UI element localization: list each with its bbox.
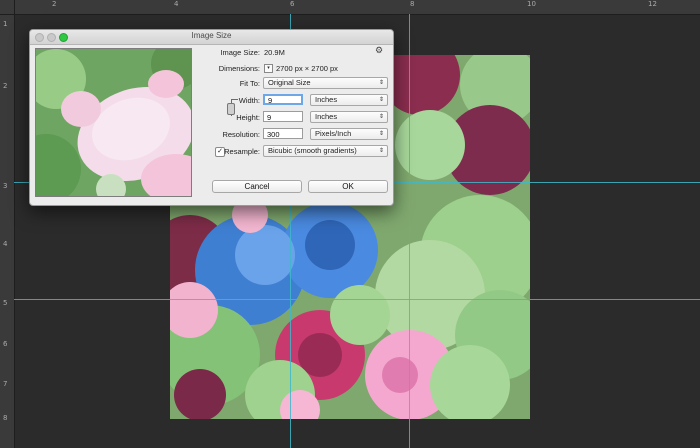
ruler-number: 7	[3, 380, 8, 388]
cancel-button[interactable]: Cancel	[212, 180, 302, 193]
image-preview[interactable]	[35, 48, 192, 197]
ruler-number: 10	[527, 0, 536, 8]
ruler-number: 4	[3, 240, 8, 248]
fit-to-label: Fit To:	[239, 79, 260, 88]
horizontal-ruler[interactable]: 2 4 6 8 10 12	[0, 0, 700, 15]
resolution-label: Resolution:	[222, 130, 260, 139]
resolution-field[interactable]: 300	[263, 128, 303, 139]
resolution-unit-value: Pixels/Inch	[315, 129, 352, 138]
fit-to-value: Original Size	[268, 78, 311, 87]
preview-thumbnail	[36, 49, 191, 196]
width-label: Width:	[238, 96, 260, 105]
chevron-updown-icon: ⇕	[378, 114, 384, 120]
ruler-number: 6	[290, 0, 295, 8]
ruler-number: 4	[174, 0, 179, 8]
ok-button[interactable]: OK	[308, 180, 388, 193]
resample-value: Bicubic (smooth gradients)	[268, 146, 357, 155]
gear-icon[interactable]: ⚙	[375, 45, 383, 56]
image-size-dialog: Image Size Image Size: 20.9M ⚙ Dimension…	[29, 29, 394, 206]
ruler-number: 12	[648, 0, 657, 8]
resample-label: Resample:	[224, 147, 260, 156]
image-size-value: 20.9M	[264, 48, 285, 57]
dimensions-dropdown-icon[interactable]: ▾	[264, 64, 273, 73]
height-unit-value: Inches	[315, 112, 338, 121]
resolution-unit-select[interactable]: Pixels/Inch ⇕	[310, 128, 388, 140]
ruler-number: 2	[52, 0, 57, 8]
chevron-updown-icon: ⇕	[378, 148, 384, 154]
ruler-origin[interactable]	[0, 0, 15, 15]
guide-horizontal[interactable]	[14, 299, 700, 300]
chevron-updown-icon: ⇕	[378, 131, 384, 137]
ruler-number: 8	[410, 0, 415, 8]
fit-to-select[interactable]: Original Size ⇕	[263, 77, 388, 89]
ruler-number: 6	[3, 340, 8, 348]
dimensions-value: 2700 px × 2700 px	[276, 64, 338, 73]
resample-select[interactable]: Bicubic (smooth gradients) ⇕	[263, 145, 388, 157]
guide-vertical[interactable]	[409, 14, 410, 448]
width-field[interactable]: 9	[263, 94, 303, 105]
vertical-ruler[interactable]: 1 2 3 4 5 6 7 8	[0, 14, 15, 448]
chevron-updown-icon: ⇕	[378, 80, 384, 86]
dimensions-label: Dimensions:	[218, 64, 260, 73]
height-label: Height:	[236, 113, 260, 122]
dialog-title: Image Size	[191, 31, 232, 40]
width-unit-value: Inches	[315, 95, 338, 104]
ruler-number: 2	[3, 82, 8, 90]
height-field[interactable]: 9	[263, 111, 303, 122]
dialog-titlebar[interactable]: Image Size	[30, 30, 393, 45]
chevron-updown-icon: ⇕	[378, 97, 384, 103]
image-size-label: Image Size:	[220, 48, 260, 57]
ruler-number: 5	[3, 299, 8, 307]
ruler-number: 3	[3, 182, 8, 190]
ruler-number: 8	[3, 414, 8, 422]
height-unit-select[interactable]: Inches ⇕	[310, 111, 388, 123]
ruler-number: 1	[3, 20, 8, 28]
width-unit-select[interactable]: Inches ⇕	[310, 94, 388, 106]
